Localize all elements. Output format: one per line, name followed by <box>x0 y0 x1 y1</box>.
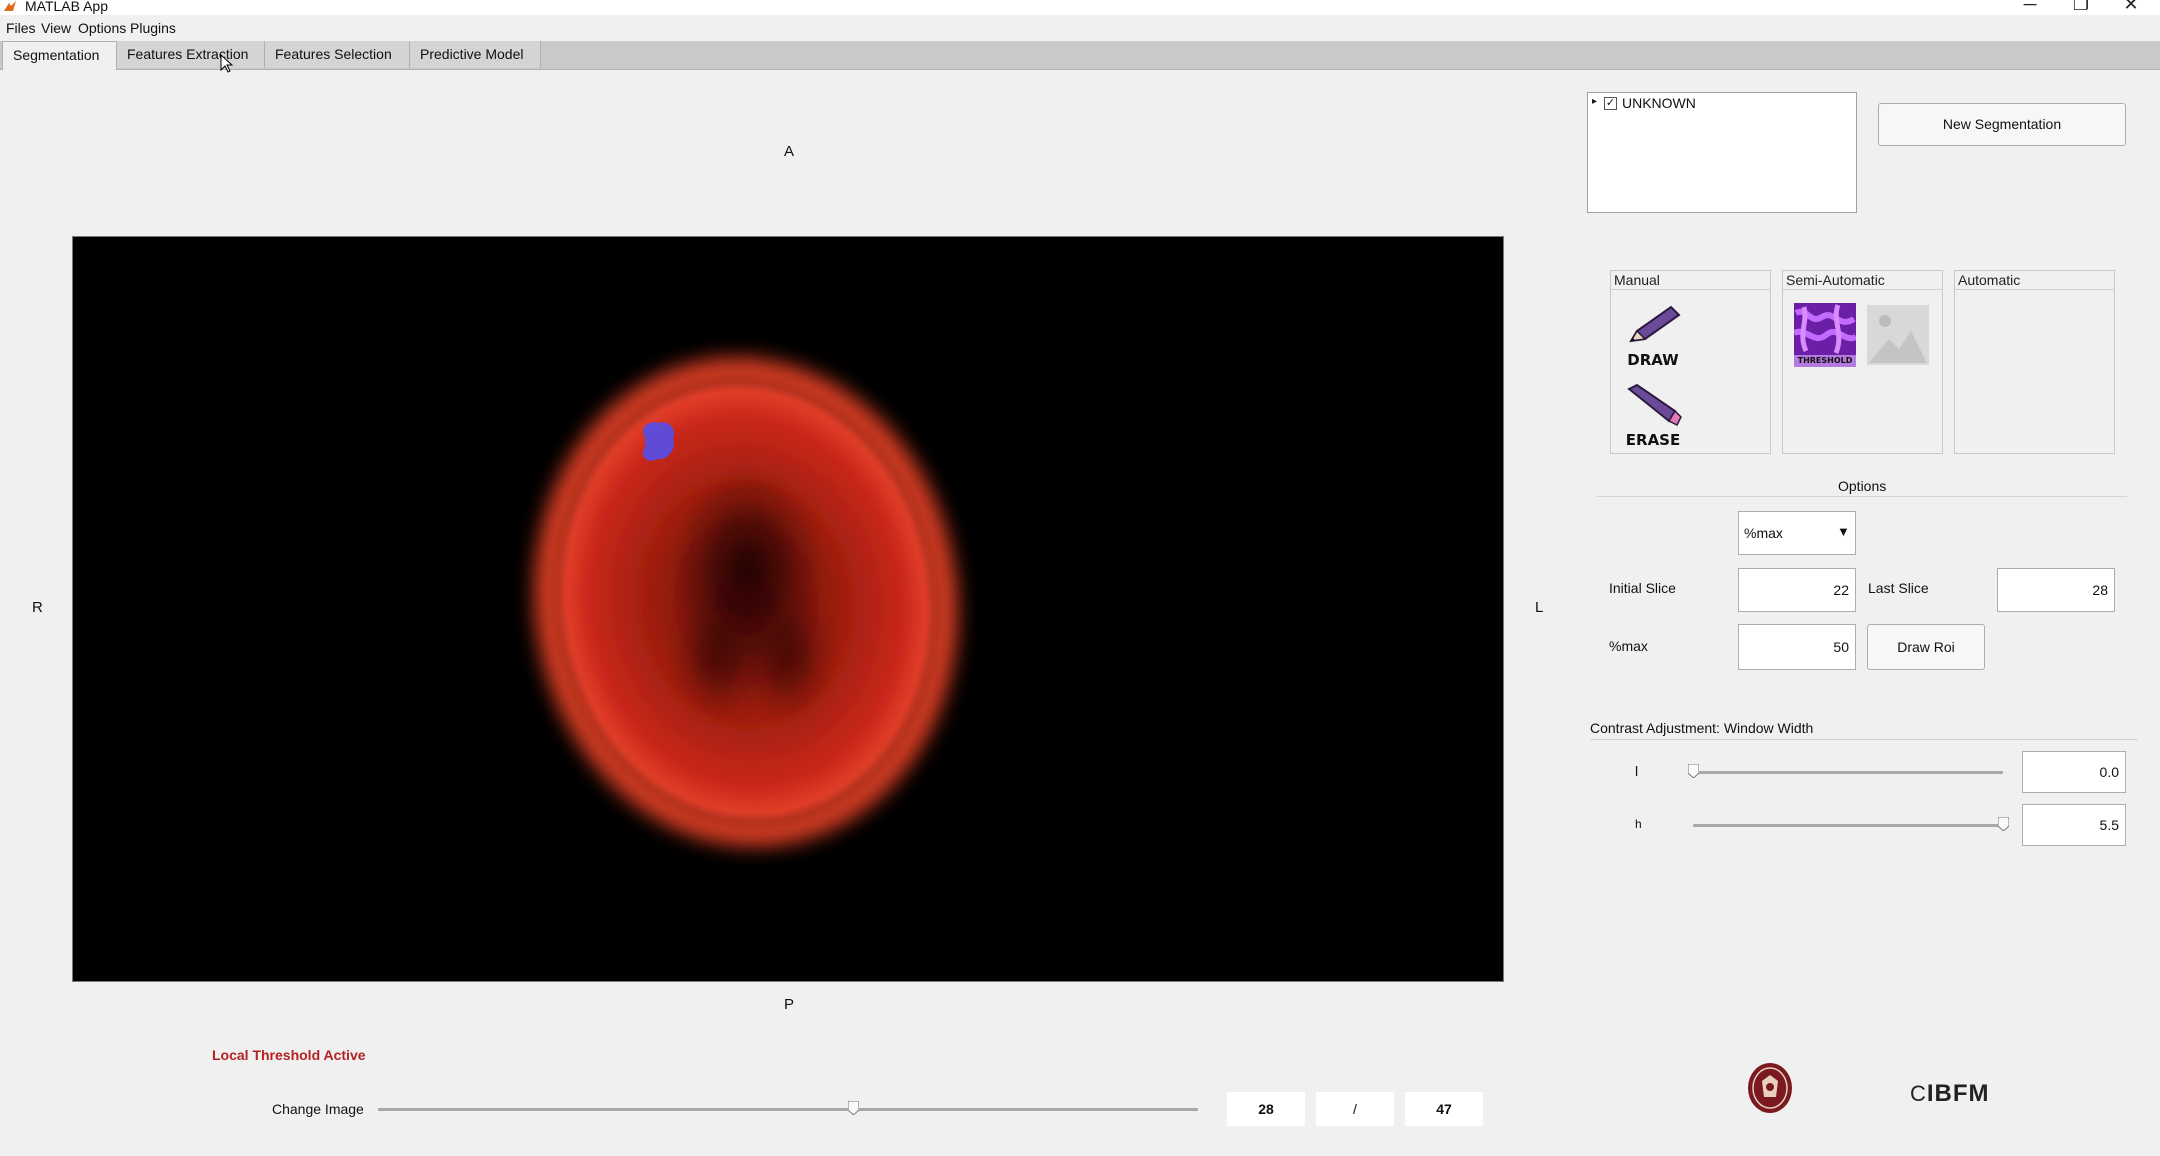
orientation-posterior: P <box>784 996 795 1013</box>
menu-files[interactable]: Files <box>6 20 36 36</box>
tree-item-label[interactable]: UNKNOWN <box>1622 95 1696 111</box>
contrast-low-label: l <box>1635 763 1639 779</box>
pet-image-viewer[interactable] <box>72 236 1504 982</box>
threshold-tool-button[interactable]: THRESHOLD <box>1794 303 1856 367</box>
automatic-panel-title: Automatic <box>1958 272 2021 288</box>
tab-segmentation[interactable]: Segmentation <box>2 41 117 70</box>
contrast-high-slider-thumb[interactable] <box>1997 817 2009 831</box>
tab-features-extraction[interactable]: Features Extraction <box>117 41 265 68</box>
menu-options[interactable]: Options <box>78 20 126 36</box>
ibfm-logo-mark: C <box>1910 1081 1927 1106</box>
draw-tool-label: DRAW <box>1627 351 1679 369</box>
pmax-input[interactable]: 50 <box>1738 624 1856 670</box>
menu-bar <box>0 16 2160 40</box>
divider <box>1955 289 2114 290</box>
title-bar <box>0 0 2160 15</box>
minimize-button[interactable]: ─ <box>2010 0 2050 14</box>
contrast-high-slider[interactable] <box>1693 824 2003 827</box>
threshold-tool-label: THRESHOLD <box>1794 355 1856 367</box>
restore-button[interactable]: ❐ <box>2061 0 2101 14</box>
divider <box>1611 289 1770 290</box>
contrast-high-input[interactable]: 5.5 <box>2022 804 2126 846</box>
options-divider <box>1597 496 2127 497</box>
eraser-pencil-icon <box>1627 383 1682 427</box>
change-image-label: Change Image <box>272 1101 364 1117</box>
orientation-right: R <box>32 599 43 616</box>
contrast-low-slider-thumb[interactable] <box>1687 764 1699 778</box>
ibfm-logo: CIBFM <box>1910 1080 1990 1108</box>
status-text: Local Threshold Active <box>212 1047 366 1063</box>
segmentation-tree[interactable]: ▸ ✓ UNKNOWN <box>1587 92 1857 213</box>
contrast-low-input[interactable]: 0.0 <box>2022 751 2126 793</box>
options-title: Options <box>1838 478 1887 494</box>
total-slices-value: 47 <box>1405 1092 1483 1126</box>
tree-expand-icon[interactable]: ▸ <box>1592 96 1597 107</box>
last-slice-label: Last Slice <box>1868 580 1929 596</box>
ibfm-logo-text: IBFM <box>1926 1080 1990 1107</box>
manual-panel-title: Manual <box>1614 272 1660 288</box>
divider <box>1783 289 1942 290</box>
draw-roi-button[interactable]: Draw Roi <box>1867 624 1985 670</box>
pet-brain-slice-image <box>534 357 958 847</box>
erase-tool-label: ERASE <box>1625 431 1681 449</box>
mouse-cursor-icon <box>220 54 233 73</box>
orientation-anterior: A <box>784 143 795 160</box>
initial-slice-label: Initial Slice <box>1609 580 1676 596</box>
semi-automatic-panel: Semi-Automatic THRESHOLD <box>1782 270 1943 454</box>
image-tool-button[interactable] <box>1867 305 1929 365</box>
university-seal-logo <box>1748 1063 1792 1113</box>
last-slice-input[interactable]: 28 <box>1997 568 2115 612</box>
matlab-icon <box>4 1 16 11</box>
image-placeholder-icon <box>1869 315 1927 363</box>
new-segmentation-button[interactable]: New Segmentation <box>1878 103 2126 146</box>
manual-panel: Manual DRAW ERASE <box>1610 270 1771 454</box>
pencil-icon <box>1629 305 1681 343</box>
chevron-down-icon: ▼ <box>1837 524 1850 539</box>
contrast-high-label: h <box>1635 817 1642 831</box>
mode-dropdown[interactable]: %max ▼ <box>1738 511 1856 555</box>
tab-predictive-model[interactable]: Predictive Model <box>410 41 541 68</box>
draw-tool-button[interactable]: DRAW <box>1623 303 1683 369</box>
change-image-slider-thumb[interactable] <box>848 1101 860 1115</box>
menu-plugins[interactable]: Plugins <box>130 20 176 36</box>
close-button[interactable]: ✕ <box>2111 0 2151 14</box>
menu-view[interactable]: View <box>41 20 71 36</box>
tab-features-selection[interactable]: Features Selection <box>265 41 410 68</box>
initial-slice-input[interactable]: 22 <box>1738 568 1856 612</box>
erase-tool-button[interactable]: ERASE <box>1623 383 1683 449</box>
contrast-title: Contrast Adjustment: Window Width <box>1590 720 1814 736</box>
contrast-low-slider[interactable] <box>1693 771 2003 774</box>
orientation-left: L <box>1535 599 1544 616</box>
slice-separator: / <box>1316 1092 1394 1126</box>
tree-checkbox[interactable]: ✓ <box>1604 97 1617 110</box>
automatic-panel: Automatic <box>1954 270 2115 454</box>
mode-dropdown-value: %max <box>1744 525 1783 541</box>
window-title: MATLAB App <box>25 0 109 14</box>
current-slice-value: 28 <box>1227 1092 1305 1126</box>
change-image-slider[interactable] <box>378 1108 1198 1111</box>
pmax-label: %max <box>1609 638 1648 654</box>
semi-automatic-panel-title: Semi-Automatic <box>1786 272 1885 288</box>
contrast-divider <box>1590 739 2138 740</box>
